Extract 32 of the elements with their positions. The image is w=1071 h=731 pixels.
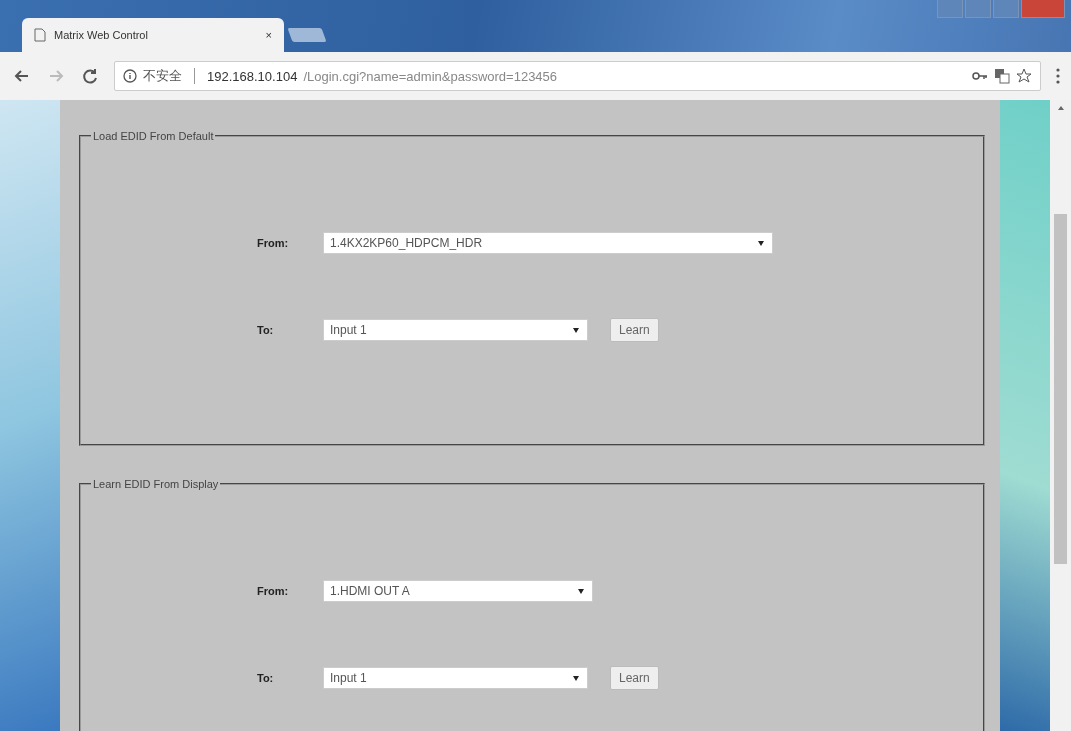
section-title: Load EDID From Default bbox=[92, 130, 215, 142]
tab-title: Matrix Web Control bbox=[54, 29, 149, 41]
new-tab-button[interactable] bbox=[287, 28, 327, 42]
dropdown-arrow-icon bbox=[758, 240, 764, 246]
from-dropdown[interactable]: 1.HDMI OUT A bbox=[323, 580, 593, 602]
reload-icon[interactable] bbox=[80, 66, 100, 86]
section-title: Learn EDID From Display bbox=[92, 478, 220, 490]
star-icon[interactable] bbox=[1016, 68, 1032, 84]
page-icon bbox=[34, 28, 46, 42]
menu-icon[interactable] bbox=[1055, 67, 1061, 85]
security-label: 不安全 bbox=[143, 67, 182, 85]
learn-button[interactable]: Learn bbox=[610, 318, 659, 342]
to-dropdown[interactable]: Input 1 bbox=[323, 319, 588, 341]
dropdown-arrow-icon bbox=[573, 675, 579, 681]
dropdown-arrow-icon bbox=[578, 588, 584, 594]
browser-tab[interactable]: Matrix Web Control × bbox=[22, 18, 284, 52]
to-dropdown[interactable]: Input 1 bbox=[323, 667, 588, 689]
address-bar[interactable]: 不安全 192.168.10.104 /Login.cgi?name=admin&password=123456 bbox=[114, 61, 1041, 91]
from-dropdown[interactable]: 1.4KX2KP60_HDPCM_HDR bbox=[323, 232, 773, 254]
from-label: From: bbox=[257, 585, 290, 597]
to-label: To: bbox=[257, 324, 275, 336]
key-icon[interactable] bbox=[972, 70, 988, 82]
dropdown-arrow-icon bbox=[573, 327, 579, 333]
from-label: From: bbox=[257, 237, 290, 249]
learn-button[interactable]: Learn bbox=[610, 666, 659, 690]
url-host: 192.168.10.104 bbox=[207, 68, 298, 84]
url-path: /Login.cgi?name=admin&password=123456 bbox=[303, 68, 559, 84]
translate-icon[interactable] bbox=[994, 68, 1010, 84]
tab-close-button[interactable]: × bbox=[265, 29, 272, 41]
scrollbar[interactable] bbox=[1050, 100, 1071, 731]
info-icon[interactable] bbox=[123, 69, 137, 83]
to-label: To: bbox=[257, 672, 275, 684]
